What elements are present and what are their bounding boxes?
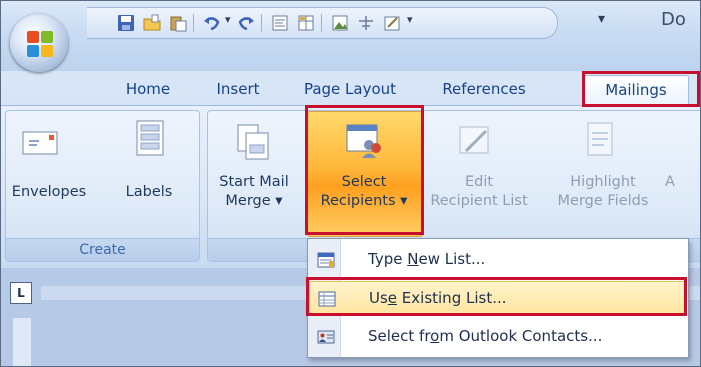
window-title: Do	[661, 9, 686, 30]
group-label-create: Create	[6, 238, 199, 261]
quick-access-toolbar: ▾ ▾	[87, 7, 558, 39]
tab-references[interactable]: References	[429, 75, 539, 105]
edit-recipient-list-icon	[459, 126, 489, 154]
edit-recipient-list-line1: Edit	[464, 174, 494, 190]
outlook-contacts-icon	[317, 330, 335, 344]
symbol-icon[interactable]	[357, 14, 375, 32]
outlook-contacts-accesskey: o	[430, 327, 440, 345]
separator	[261, 14, 262, 32]
tab-insert[interactable]: Insert	[207, 75, 269, 105]
highlight-merge-fields-line1: Highlight	[570, 174, 636, 190]
office-button[interactable]	[10, 14, 68, 72]
edit-recipient-list-button: Edit Recipient List	[422, 173, 536, 211]
outlook-contacts-text-pre: Select fr	[368, 327, 431, 345]
office-logo-icon	[27, 31, 53, 57]
table-icon[interactable]	[297, 14, 315, 32]
vertical-ruler	[13, 318, 31, 366]
separator	[193, 14, 194, 32]
group-create: Envelopes Labels Create	[5, 110, 200, 262]
select-recipients-label: Select Recipients ▾	[307, 173, 421, 211]
tab-mailings[interactable]: Mailings	[583, 75, 689, 106]
menu-item-use-existing-list-label: Use Existing List...	[369, 289, 507, 307]
start-mail-merge-line1: Start Mail	[219, 174, 289, 190]
customize-toolbar-icon[interactable]: ▾	[598, 11, 605, 27]
save-icon[interactable]	[117, 14, 135, 32]
tab-home[interactable]: Home	[113, 75, 183, 105]
select-recipients-icon	[346, 124, 381, 158]
type-new-list-text-pre: Type	[368, 250, 408, 268]
tab-stop-selector-button[interactable]: L	[10, 282, 32, 304]
highlight-merge-fields-button: Highlight Merge Fields	[548, 173, 658, 211]
type-new-list-accesskey: N	[407, 250, 419, 268]
new-list-icon	[317, 252, 335, 268]
envelopes-button[interactable]: Envelopes	[10, 183, 88, 202]
highlight-merge-fields-line2: Merge Fields	[557, 193, 649, 209]
cutoff-button-label: A	[665, 174, 675, 190]
envelope-icon	[22, 131, 58, 155]
start-mail-merge-button[interactable]: Start Mail Merge ▾	[212, 173, 296, 211]
draw-dropdown-icon[interactable]: ▾	[407, 13, 413, 26]
undo-icon[interactable]	[203, 14, 221, 32]
menu-item-use-existing-list[interactable]: Use Existing List...	[309, 281, 687, 316]
menu-item-type-new-list[interactable]: Type New List...	[309, 243, 687, 278]
open-folder-icon[interactable]	[143, 14, 161, 32]
paste-icon[interactable]	[169, 14, 187, 32]
tab-page-layout[interactable]: Page Layout	[295, 75, 405, 105]
menu-item-select-from-outlook-contacts-label: Select from Outlook Contacts...	[368, 327, 602, 345]
start-mail-merge-icon	[237, 124, 269, 160]
labels-icon	[136, 120, 164, 156]
use-existing-list-accesskey: e	[387, 289, 398, 307]
highlight-merge-fields-icon	[587, 122, 613, 156]
word-window: ▾ ▾ ▾ Do Home Insert Page Layout Referen…	[0, 0, 701, 367]
menu-item-type-new-list-label: Type New List...	[368, 250, 485, 268]
use-existing-list-text-post: Existing List...	[397, 289, 507, 307]
select-recipients-menu: Type New List... Use Existing List... Se…	[307, 238, 689, 358]
edit-recipient-list-line2: Recipient List	[430, 193, 528, 209]
title-bar: ▾ ▾ ▾ Do	[1, 1, 700, 71]
start-mail-merge-line2: Merge ▾	[225, 193, 283, 209]
picture-icon[interactable]	[331, 14, 349, 32]
align-icon[interactable]	[271, 14, 289, 32]
undo-dropdown-icon[interactable]: ▾	[225, 13, 231, 26]
select-recipients-line2: Recipients ▾	[320, 193, 408, 209]
outlook-contacts-text-post: m Outlook Contacts...	[439, 327, 603, 345]
use-existing-list-text-pre: Us	[369, 289, 388, 307]
select-recipients-line1: Select	[341, 174, 387, 190]
draw-icon[interactable]	[383, 14, 401, 32]
separator	[321, 14, 322, 32]
labels-button[interactable]: Labels	[114, 183, 184, 202]
redo-icon[interactable]	[237, 14, 255, 32]
menu-item-select-from-outlook-contacts[interactable]: Select from Outlook Contacts...	[309, 320, 687, 355]
type-new-list-text-post: ew List...	[418, 250, 486, 268]
existing-list-icon	[318, 291, 336, 307]
